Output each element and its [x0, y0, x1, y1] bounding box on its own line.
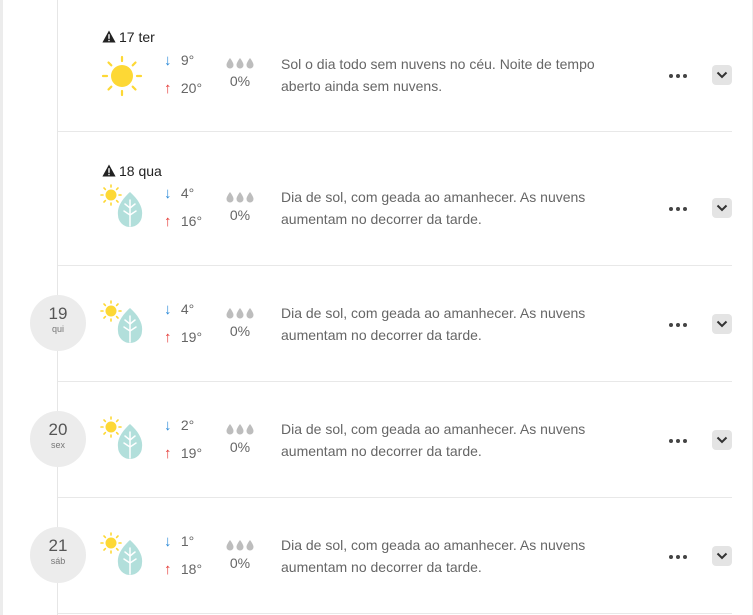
- more-options-button[interactable]: [669, 548, 693, 564]
- day-number: 21: [48, 536, 68, 555]
- expand-day-button[interactable]: [712, 314, 732, 334]
- precipitation: 0%: [224, 190, 256, 223]
- more-options-button[interactable]: [669, 432, 693, 448]
- min-temp: ↓ 1°: [164, 533, 195, 550]
- max-temp: ↑ 20°: [164, 80, 203, 97]
- min-temp: ↓ 9°: [164, 52, 195, 69]
- warning-icon: [102, 30, 116, 43]
- day-badge: 19 qui: [30, 295, 86, 351]
- day-description: Dia de sol, com geada ao amanhecer. As n…: [281, 421, 586, 459]
- warning-icon: [102, 164, 116, 177]
- sun-frost-leaf-icon: [100, 300, 146, 349]
- day-number: 20: [48, 420, 68, 439]
- precip-value: 0%: [229, 439, 251, 455]
- arrow-down-icon: ↓: [164, 301, 172, 318]
- day-number: 19: [48, 304, 68, 323]
- expand-day-button[interactable]: [712, 65, 732, 85]
- day-description: Dia de sol, com geada ao amanhecer. As n…: [281, 537, 586, 575]
- arrow-up-icon: ↑: [164, 445, 172, 462]
- page-left-border: [0, 0, 3, 615]
- max-temp: ↑ 16°: [164, 213, 203, 230]
- temperature-range: ↓ 9° ↑ 20°: [164, 51, 224, 107]
- weekday: qui: [51, 324, 64, 334]
- sun-icon: [100, 54, 144, 103]
- weekday: sex: [50, 440, 65, 450]
- arrow-down-icon: ↓: [164, 185, 172, 202]
- precipitation: 0%: [224, 422, 256, 455]
- chevron-down-icon: [716, 552, 728, 560]
- rain-drops-icon: [224, 538, 256, 552]
- chevron-down-icon: [716, 320, 728, 328]
- arrow-up-icon: ↑: [164, 561, 172, 578]
- precipitation: 0%: [224, 306, 256, 339]
- more-options-button[interactable]: [669, 316, 693, 332]
- max-temp: ↑ 18°: [164, 561, 203, 578]
- more-options-button[interactable]: [669, 200, 693, 216]
- precipitation: 0%: [224, 538, 256, 571]
- forecast-day-row: 17 ter ↓ 9° ↑ 20° 0% Sol o dia todo sem …: [58, 16, 732, 132]
- min-temp: ↓ 2°: [164, 417, 195, 434]
- chevron-down-icon: [716, 204, 728, 212]
- chevron-down-icon: [716, 71, 728, 79]
- arrow-up-icon: ↑: [164, 213, 172, 230]
- day-badge: 20 sex: [30, 411, 86, 467]
- min-temp: ↓ 4°: [164, 185, 195, 202]
- arrow-down-icon: ↓: [164, 417, 172, 434]
- rain-drops-icon: [224, 56, 256, 70]
- weekday: sáb: [50, 556, 66, 566]
- sun-frost-leaf-icon: [100, 416, 146, 465]
- precip-value: 0%: [229, 207, 251, 223]
- temperature-range: ↓ 4° ↑ 19°: [164, 300, 224, 356]
- temperature-range: ↓ 1° ↑ 18°: [164, 532, 224, 588]
- precip-value: 0%: [229, 323, 251, 339]
- precip-value: 0%: [229, 73, 251, 89]
- forecast-day-row: 18 qua ↓ 4° ↑ 16° 0% Dia de sol, com gea…: [58, 150, 732, 266]
- rain-drops-icon: [224, 422, 256, 436]
- expand-day-button[interactable]: [712, 430, 732, 450]
- day-description: Sol o dia todo sem nuvens no céu. Noite …: [281, 56, 595, 94]
- sun-frost-leaf-icon: [100, 532, 146, 581]
- sun-frost-leaf-icon: [100, 184, 146, 233]
- min-temp: ↓ 4°: [164, 301, 195, 318]
- day-description: Dia de sol, com geada ao amanhecer. As n…: [281, 189, 586, 227]
- arrow-up-icon: ↑: [164, 329, 172, 346]
- arrow-up-icon: ↑: [164, 80, 172, 97]
- rain-drops-icon: [224, 306, 256, 320]
- max-temp: ↑ 19°: [164, 329, 203, 346]
- max-temp: ↑ 19°: [164, 445, 203, 462]
- temperature-range: ↓ 4° ↑ 16°: [164, 184, 224, 240]
- precip-value: 0%: [229, 555, 251, 571]
- forecast-day-row: 19 qui ↓ 4° ↑ 19° 0% Dia de sol, com gea…: [30, 266, 732, 382]
- chevron-down-icon: [716, 436, 728, 444]
- temperature-range: ↓ 2° ↑ 19°: [164, 416, 224, 472]
- more-options-button[interactable]: [669, 67, 693, 83]
- rain-drops-icon: [224, 190, 256, 204]
- expand-day-button[interactable]: [712, 546, 732, 566]
- expand-day-button[interactable]: [712, 198, 732, 218]
- day-badge: 21 sáb: [30, 527, 86, 583]
- precipitation: 0%: [224, 56, 256, 89]
- arrow-down-icon: ↓: [164, 52, 172, 69]
- day-description: Dia de sol, com geada ao amanhecer. As n…: [281, 305, 586, 343]
- day-date-label: 18 qua: [102, 163, 162, 179]
- day-date-label: 17 ter: [102, 29, 155, 45]
- forecast-day-row: 20 sex ↓ 2° ↑ 19° 0% Dia de sol, com gea…: [30, 382, 732, 498]
- arrow-down-icon: ↓: [164, 533, 172, 550]
- forecast-day-row: 21 sáb ↓ 1° ↑ 18° 0% Dia de sol, com gea…: [30, 498, 732, 614]
